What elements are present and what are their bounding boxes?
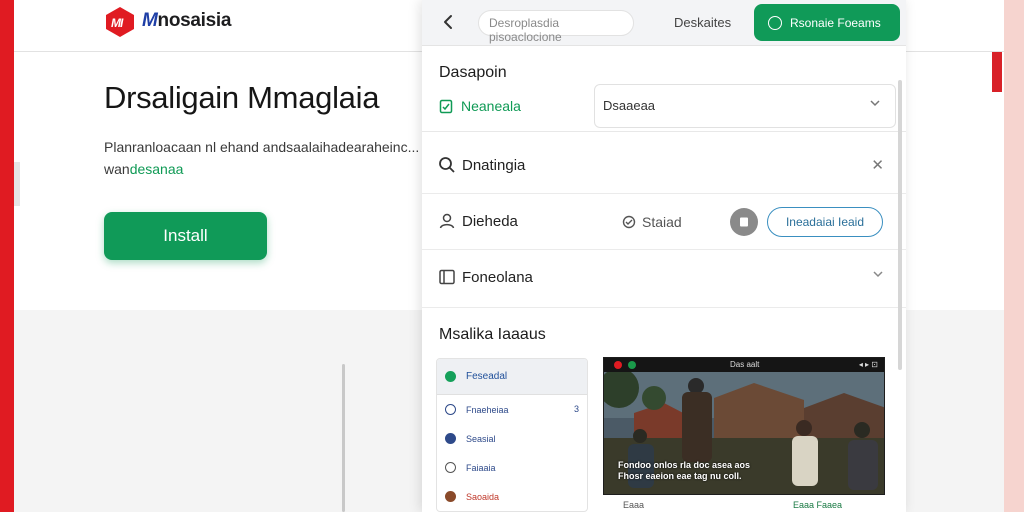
setup-card: Dasapoin Neaneala Dsaaeaa <box>422 46 906 132</box>
hero-side-tab <box>14 162 20 206</box>
panel-scrollbar[interactable] <box>898 80 902 370</box>
hero-desc-link[interactable]: desanaa <box>130 161 184 177</box>
mini-item-badge: 3 <box>573 404 579 414</box>
record-icon <box>614 361 622 369</box>
mini-sidebar-item[interactable]: Faiaaia <box>437 453 587 482</box>
cta-label: Rsonaie Foeams <box>790 15 881 30</box>
video-top-bar: Das aalt ◂ ▸ ⊡ <box>604 358 884 372</box>
panel-header: Desroplasdia pisoaclocione Deskaites Rso… <box>422 0 906 46</box>
folder-icon <box>439 269 455 285</box>
cta-button[interactable]: Rsonaie Foeams <box>754 4 900 41</box>
brand-name[interactable]: Mnosaisia <box>142 10 231 32</box>
install-button[interactable]: Install <box>104 212 267 260</box>
brand-edge-right <box>1004 0 1024 512</box>
status-dot-icon <box>445 371 456 382</box>
avatar-icon <box>445 491 456 502</box>
card-link-label: Neaneala <box>461 98 521 114</box>
play-icon <box>628 361 636 369</box>
option-select[interactable]: Dsaaeaa <box>594 84 896 128</box>
hero-desc-line2: wandesanaa <box>104 158 434 180</box>
page-scrollbar[interactable] <box>342 364 345 512</box>
document-icon <box>445 462 456 473</box>
mini-sidebar-item[interactable]: Saoaida <box>437 482 587 511</box>
search-row-label: Dnatingia <box>462 157 526 174</box>
side-panel: Desroplasdia pisoaclocione Deskaites Rso… <box>422 0 906 512</box>
clipboard-icon <box>439 99 453 114</box>
chevron-down-icon <box>870 100 880 107</box>
file-button[interactable] <box>730 208 758 236</box>
folder-row-label: Foneolana <box>462 269 533 286</box>
mini-item-label: Fnaeheiaa <box>466 404 509 415</box>
video-player[interactable]: Das aalt ◂ ▸ ⊡ Fondoo onlos rla doc asea… <box>603 357 885 495</box>
select-value: Dsaaeaa <box>603 98 656 113</box>
card-title: Dasapoin <box>439 64 507 81</box>
mini-sidebar-item[interactable]: Seasial <box>437 424 587 453</box>
mini-item-label: Saoaida <box>466 491 500 502</box>
user-row-label: Dieheda <box>462 213 518 230</box>
back-arrow-icon <box>444 15 452 29</box>
hero-title: Drsaligain Mmaglaia <box>104 80 380 115</box>
file-icon <box>740 217 748 227</box>
folder-row[interactable]: Foneolana <box>422 250 906 308</box>
outline-action-button[interactable]: Ineadaiai Ieaid <box>767 207 883 237</box>
chevron-down-icon <box>873 271 883 278</box>
mini-item-label: Feseadal <box>466 371 508 382</box>
mini-sidebar-item[interactable]: Feseadal <box>437 359 587 395</box>
brand-mark: M <box>142 10 158 31</box>
status-icon <box>622 215 636 229</box>
user-icon <box>439 213 455 229</box>
video-foot-left: Eaaa <box>623 500 645 510</box>
status-text: Staiad <box>642 214 682 230</box>
user-row: Dieheda Staiad Ineadaiai Ieaid <box>422 194 906 250</box>
hero-desc-prefix: wan <box>104 161 130 177</box>
edge-right-marker <box>992 52 1002 92</box>
video-top-label: Das aalt <box>730 360 760 369</box>
card-link[interactable]: Neaneala <box>439 98 521 114</box>
brand-edge-left <box>0 0 14 512</box>
upload-icon <box>445 433 456 444</box>
close-icon[interactable]: ✕ <box>871 156 884 174</box>
brand-text: nosaisia <box>157 10 232 31</box>
back-button[interactable] <box>436 10 460 34</box>
video-foot-right: Eaaa Faaea <box>793 500 843 510</box>
mini-item-label: Faiaaia <box>466 462 496 473</box>
check-circle-icon <box>768 15 782 30</box>
video-footer: Eaaa Eaaa Faaea <box>603 498 885 512</box>
caption-line2: Fhosr eaeion eae tag nu coll. <box>618 471 742 481</box>
logo-icon[interactable]: M I <box>104 6 136 38</box>
info-icon <box>445 404 456 415</box>
mini-sidebar: Feseadal Fnaeheiaa 3 Seasial Faiaaia Sao… <box>436 358 588 512</box>
video-controls: ◂ ▸ ⊡ <box>858 360 878 369</box>
hero-description: Planranloacaan nl ehand andsaalaihadeara… <box>104 136 434 180</box>
video-caption: Fondoo onlos rla doc asea aos Fhosr eaei… <box>618 460 750 482</box>
status-label: Staiad <box>622 214 682 230</box>
nav-link[interactable]: Deskaites <box>674 15 731 30</box>
caption-line1: Fondoo onlos rla doc asea aos <box>618 460 751 470</box>
search-icon <box>439 157 455 173</box>
hero-desc-line1: Planranloacaan nl ehand andsaalaihadeara… <box>104 139 420 155</box>
mini-sidebar-item[interactable]: Fnaeheiaa 3 <box>437 395 587 424</box>
media-section-title: Msalika Iaaaus <box>439 326 546 343</box>
mini-item-label: Seasial <box>466 433 496 444</box>
search-row[interactable]: Dnatingia ✕ <box>422 138 906 194</box>
search-input[interactable]: Desroplasdia pisoaclocione <box>478 10 634 44</box>
